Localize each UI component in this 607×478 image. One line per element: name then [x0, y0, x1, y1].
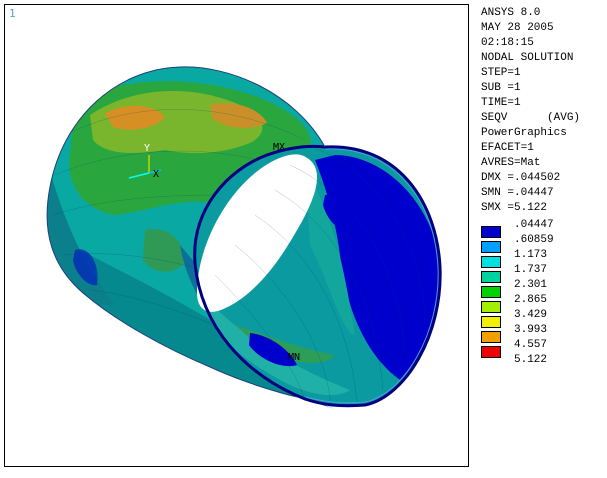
info-step: STEP=1 — [481, 67, 521, 79]
legend-value: 5.122 — [514, 354, 548, 366]
contour-legend: .04447 .60859 1.173 1.737 2.301 2.865 3.… — [481, 218, 605, 368]
legend-row: 2.865 — [481, 293, 605, 313]
info-time: 02:18:15 — [481, 37, 534, 49]
legend-value: .04447 — [514, 219, 554, 231]
info-date: MAY 28 2005 — [481, 22, 554, 34]
legend-value: 2.301 — [514, 279, 548, 291]
legend-value: 3.429 — [514, 309, 548, 321]
info-version: ANSYS 8.0 — [481, 7, 541, 19]
legend-row: .60859 — [481, 233, 605, 253]
legend-row: .04447 — [481, 218, 605, 238]
legend-row: 4.557 — [481, 338, 605, 358]
legend-value: .60859 — [514, 234, 554, 246]
info-result-item: SEQV (AVG) — [481, 112, 581, 124]
min-marker: MN — [288, 352, 300, 363]
legend-value: 4.557 — [514, 339, 548, 351]
info-efacet: EFACET=1 — [481, 142, 534, 154]
legend-value: 1.173 — [514, 249, 548, 261]
info-substep: SUB =1 — [481, 82, 521, 94]
triad-x-label: X — [153, 169, 159, 180]
info-solution-time: TIME=1 — [481, 97, 521, 109]
cylinder-stress-plot[interactable]: Y X MX MN — [5, 5, 468, 466]
legend-row: 3.993 — [481, 323, 605, 343]
legend-row: 1.737 — [481, 263, 605, 283]
info-solution-type: NODAL SOLUTION — [481, 52, 574, 64]
legend-row: 1.173 — [481, 248, 605, 268]
legend-value: 2.865 — [514, 294, 548, 306]
info-dmx: DMX =.044502 — [481, 172, 561, 184]
legend-row: 5.122 — [481, 353, 605, 368]
info-avres: AVRES=Mat — [481, 157, 541, 169]
info-powergraphics: PowerGraphics — [481, 127, 567, 139]
solution-info-panel: ANSYS 8.0 MAY 28 2005 02:18:15 NODAL SOL… — [481, 6, 605, 368]
info-smx: SMX =5.122 — [481, 202, 548, 214]
ansys-graphics-window: 1 Y X MX MN ANSYS 8.0 MAY 28 2005 02:18:… — [0, 0, 607, 478]
legend-value: 1.737 — [514, 264, 548, 276]
legend-value: 3.993 — [514, 324, 548, 336]
triad-y-label: Y — [144, 143, 150, 154]
legend-row: 2.301 — [481, 278, 605, 298]
info-smn: SMN =.04447 — [481, 187, 554, 199]
legend-row: 3.429 — [481, 308, 605, 328]
max-marker: MX — [273, 142, 285, 153]
graphics-viewport[interactable]: 1 Y X MX MN — [4, 4, 469, 467]
